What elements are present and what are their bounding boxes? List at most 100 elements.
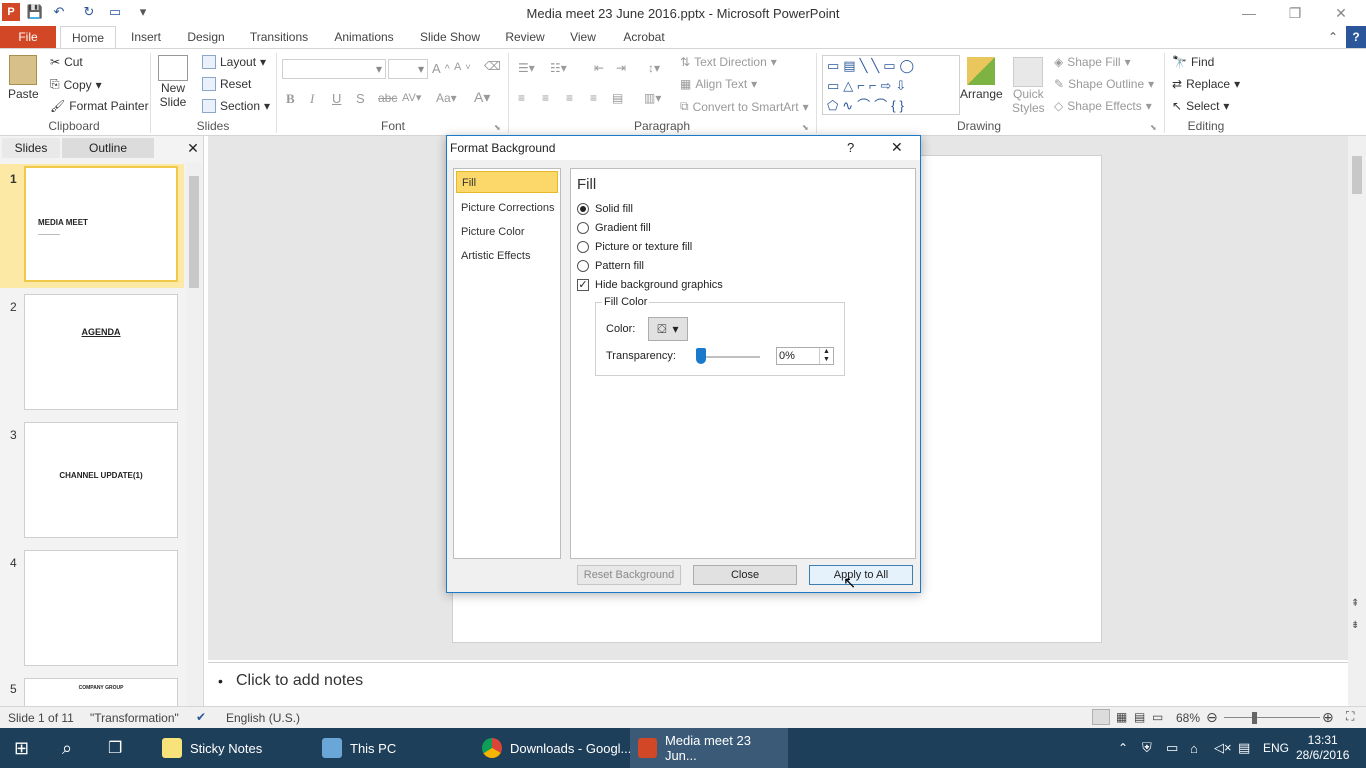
- slide-thumbnail[interactable]: [24, 550, 178, 666]
- spinner-arrows-icon[interactable]: ▲ ▼: [819, 348, 833, 364]
- shape-outline-button[interactable]: ✎ Shape Outline ▾: [1054, 77, 1154, 91]
- taskbar-powerpoint[interactable]: Media meet 23 Jun...: [630, 728, 788, 768]
- layout-button[interactable]: Layout ▾: [202, 55, 266, 69]
- slide-thumbnail[interactable]: COMPANY GROUP: [24, 678, 178, 706]
- reset-button[interactable]: Reset: [202, 77, 251, 91]
- align-text-button[interactable]: ▦ Align Text ▾: [680, 77, 757, 91]
- vertical-scrollbar[interactable]: ⇞ ⇟: [1348, 136, 1366, 706]
- character-spacing-icon[interactable]: AV▾: [402, 91, 421, 104]
- numbering-icon[interactable]: ☷▾: [550, 61, 567, 75]
- transparency-slider-track[interactable]: [700, 356, 760, 358]
- battery-icon[interactable]: ▭: [1166, 728, 1178, 768]
- panel-scrollbar[interactable]: [186, 162, 202, 706]
- font-size-box[interactable]: ▾: [388, 59, 428, 79]
- notes-pane[interactable]: • Click to add notes: [208, 662, 1348, 704]
- zoom-slider-track[interactable]: [1224, 717, 1320, 718]
- tab-design[interactable]: Design: [180, 26, 232, 48]
- previous-slide-icon[interactable]: ⇞: [1351, 598, 1359, 609]
- transparency-input[interactable]: 0% ▲ ▼: [776, 347, 834, 365]
- shadow-icon[interactable]: S: [356, 91, 365, 106]
- zoom-level[interactable]: 68%: [1176, 711, 1200, 725]
- dialog-launcher-icon[interactable]: ⬊: [802, 123, 809, 132]
- next-slide-icon[interactable]: ⇟: [1351, 620, 1359, 631]
- decrease-indent-icon[interactable]: ⇤: [594, 61, 604, 75]
- option-pattern-fill[interactable]: Pattern fill: [577, 257, 644, 275]
- task-view-icon[interactable]: ❐: [108, 728, 122, 768]
- input-language[interactable]: ENG: [1263, 728, 1289, 768]
- paste-button[interactable]: Paste: [8, 55, 39, 101]
- align-center-icon[interactable]: ≡: [542, 91, 549, 105]
- reading-view-icon[interactable]: ▤: [1134, 710, 1145, 724]
- columns-icon[interactable]: ▥▾: [644, 91, 661, 105]
- scrollbar-thumb[interactable]: [1352, 156, 1362, 194]
- tab-insert[interactable]: Insert: [124, 26, 168, 48]
- minimize-icon[interactable]: —: [1226, 0, 1272, 26]
- radio-button[interactable]: [577, 241, 589, 253]
- close-window-icon[interactable]: ✕: [1318, 0, 1364, 26]
- taskbar-this-pc[interactable]: This PC: [316, 728, 402, 768]
- arrange-button[interactable]: Arrange: [960, 57, 1003, 101]
- tab-file[interactable]: File: [0, 26, 56, 48]
- category-fill[interactable]: Fill: [456, 171, 558, 193]
- copy-button[interactable]: ⎘ Copy ▾: [50, 77, 102, 92]
- radio-button[interactable]: [577, 203, 589, 215]
- distributed-icon[interactable]: ▤: [612, 91, 623, 105]
- show-hidden-icons-icon[interactable]: ⌃: [1118, 728, 1128, 768]
- option-gradient-fill[interactable]: Gradient fill: [577, 219, 651, 237]
- slide-thumbnail[interactable]: MEDIA MEET: [24, 166, 178, 282]
- slide-sorter-icon[interactable]: ▦: [1116, 710, 1127, 724]
- close-panel-icon[interactable]: ✕: [184, 138, 202, 158]
- zoom-out-icon[interactable]: ⊖: [1206, 709, 1218, 726]
- align-right-icon[interactable]: ≡: [566, 91, 573, 105]
- category-picture-color[interactable]: Picture Color: [456, 221, 558, 243]
- taskbar-sticky-notes[interactable]: Sticky Notes: [156, 728, 268, 768]
- dialog-close-icon[interactable]: ✕: [891, 139, 903, 156]
- tab-slides[interactable]: Slides: [2, 138, 60, 158]
- language-indicator[interactable]: English (U.S.): [226, 711, 300, 725]
- font-color-icon[interactable]: A▾: [474, 89, 490, 106]
- radio-button[interactable]: [577, 222, 589, 234]
- windows-start-icon[interactable]: ⊞: [14, 728, 29, 768]
- strikethrough-icon[interactable]: abc: [378, 91, 397, 105]
- bold-icon[interactable]: B: [286, 91, 295, 107]
- select-button[interactable]: ↖ Select ▾: [1172, 99, 1229, 113]
- spellcheck-icon[interactable]: ✔: [196, 710, 206, 724]
- underline-icon[interactable]: U: [332, 91, 341, 106]
- taskbar-chrome[interactable]: Downloads - Googl...: [476, 728, 637, 768]
- shield-icon[interactable]: ⛨: [1142, 728, 1152, 768]
- zoom-slider-thumb[interactable]: [1252, 712, 1257, 724]
- shape-fill-button[interactable]: ◈ Shape Fill ▾: [1054, 55, 1131, 69]
- help-icon[interactable]: ?: [1346, 26, 1366, 48]
- search-icon[interactable]: ⌕: [62, 728, 72, 768]
- quick-styles-button[interactable]: Quick Styles: [1012, 57, 1045, 115]
- tab-slide-show[interactable]: Slide Show: [414, 26, 486, 48]
- scrollbar-thumb[interactable]: [189, 176, 199, 288]
- shrink-font-icon[interactable]: A ˅: [454, 61, 471, 73]
- new-slide-button[interactable]: New Slide: [158, 55, 188, 109]
- checkbox-checked-icon[interactable]: ✓: [577, 279, 589, 291]
- align-left-icon[interactable]: ≡: [518, 91, 525, 105]
- dialog-launcher-icon[interactable]: ⬊: [494, 123, 501, 132]
- tab-home[interactable]: Home: [60, 26, 116, 48]
- dialog-launcher-icon[interactable]: ⬊: [1150, 123, 1157, 132]
- fit-to-window-icon[interactable]: ⛶: [1346, 709, 1354, 724]
- italic-icon[interactable]: I: [310, 91, 314, 107]
- reset-background-button[interactable]: Reset Background: [577, 565, 681, 585]
- increase-indent-icon[interactable]: ⇥: [616, 61, 626, 75]
- transparency-slider-thumb[interactable]: [696, 348, 706, 364]
- text-direction-button[interactable]: ⇅ Text Direction ▾: [680, 55, 777, 69]
- shapes-gallery[interactable]: ▭▤╲╲▭◯ ▭△⌐⌐⇨⇩ ⬠∿⌒⌒{}: [822, 55, 960, 115]
- action-center-icon[interactable]: ▤: [1238, 728, 1250, 768]
- shape-effects-button[interactable]: ◇ Shape Effects ▾: [1054, 99, 1152, 113]
- restore-icon[interactable]: ❐: [1272, 0, 1318, 26]
- justify-icon[interactable]: ≡: [590, 91, 597, 105]
- slideshow-view-icon[interactable]: ▭: [1152, 710, 1163, 724]
- format-painter-button[interactable]: 🖌 Format Painter: [50, 99, 149, 113]
- normal-view-icon[interactable]: [1092, 709, 1110, 725]
- tab-view[interactable]: View: [562, 26, 604, 48]
- apply-to-all-button[interactable]: Apply to All: [809, 565, 913, 585]
- close-button[interactable]: Close: [693, 565, 797, 585]
- tab-transitions[interactable]: Transitions: [244, 26, 314, 48]
- clock[interactable]: 13:31 28/6/2016: [1296, 728, 1349, 768]
- radio-button[interactable]: [577, 260, 589, 272]
